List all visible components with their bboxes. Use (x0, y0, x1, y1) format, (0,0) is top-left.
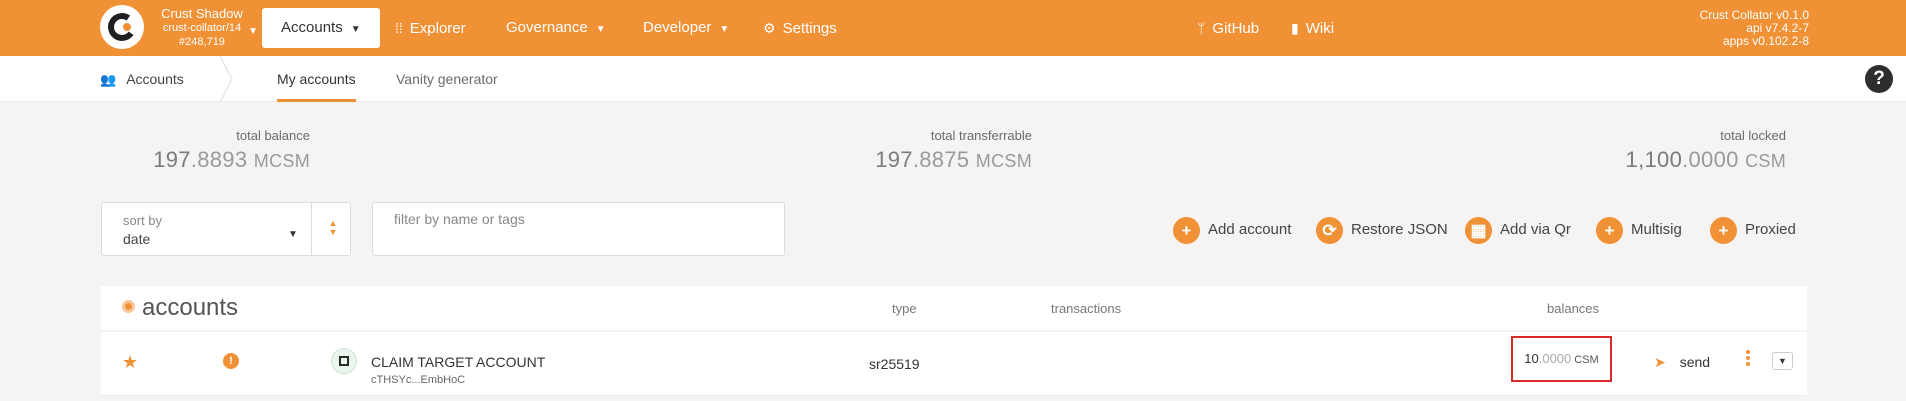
column-type: type (892, 301, 917, 316)
tab-vanity-generator[interactable]: Vanity generator (396, 56, 498, 102)
menu-accounts-label: Accounts (281, 19, 343, 36)
summary-total-transferrable: total transferrable 197.8875 MCSM (875, 128, 1032, 173)
identicon-icon[interactable] (331, 348, 357, 374)
plus-icon: + (1710, 216, 1737, 244)
summary-value: 197.8875 MCSM (875, 147, 1032, 172)
bullet-icon (122, 300, 135, 314)
expand-button[interactable]: ▼ (1772, 352, 1793, 370)
tab-my-accounts[interactable]: My accounts (277, 56, 356, 102)
account-name[interactable]: CLAIM TARGET ACCOUNT (371, 354, 545, 370)
users-icon: 👥 (100, 72, 117, 87)
accounts-table-header: accounts type transactions balances (101, 286, 1807, 330)
chain-name: Crust Shadow (161, 6, 243, 21)
breadcrumb-chevron (219, 56, 233, 102)
summary-total-locked: total locked 1,100.0000 CSM (1626, 128, 1786, 173)
add-account-button[interactable]: + Add account (1173, 216, 1291, 244)
menu-governance[interactable]: Governance ▼ (506, 8, 606, 48)
qrcode-icon: ▦ (1465, 216, 1492, 244)
chevron-down-icon: ▼ (288, 229, 298, 240)
warning-icon: ! (223, 353, 239, 369)
menu-settings-label: Settings (782, 20, 837, 37)
menu-explorer[interactable]: ⁞⁞ Explorer (395, 8, 466, 48)
plus-icon: + (1173, 216, 1200, 244)
star-icon[interactable]: ★ (122, 352, 138, 373)
version-info: Crust Collator v0.1.0 api v7.4.2-7 apps … (1700, 9, 1809, 48)
send-label: send (1679, 354, 1711, 370)
table-row: ★ ! CLAIM TARGET ACCOUNT cTHSYc...EmbHoC… (101, 332, 1807, 396)
menu-developer[interactable]: Developer ▼ (643, 8, 729, 48)
menu-settings[interactable]: ⚙ Settings (763, 8, 837, 48)
summary-value: 197.8893 MCSM (153, 147, 310, 172)
branch-icon: ᛘ (1197, 20, 1206, 36)
sort-dropdown[interactable]: sort by date ▼ ▲ ▼ (101, 202, 351, 256)
paper-plane-icon: ➤ (1654, 354, 1666, 370)
sync-icon: ⟳ (1316, 216, 1343, 244)
menu-github-label: GitHub (1212, 20, 1260, 37)
proxied-button[interactable]: + Proxied (1710, 216, 1796, 244)
add-via-qr-button[interactable]: ▦ Add via Qr (1465, 216, 1571, 244)
breadcrumb-label: Accounts (126, 71, 184, 87)
column-transactions: transactions (1051, 301, 1122, 316)
add-account-label: Add account (1208, 221, 1292, 238)
restore-json-button[interactable]: ⟳ Restore JSON (1316, 216, 1448, 244)
top-bar: Crust Shadow crust-collator/14 #248,719 … (0, 0, 1906, 56)
gear-icon: ⚙ (763, 20, 776, 36)
summary-label: total transferrable (930, 128, 1032, 143)
help-icon[interactable]: ? (1865, 65, 1893, 93)
node-name: crust-collator/14 (162, 22, 242, 34)
crust-logo-icon[interactable] (100, 5, 144, 49)
chevron-down-icon: ▼ (350, 24, 361, 35)
chevron-down-icon: ▼ (248, 26, 258, 37)
chevron-down-icon: ▼ (1778, 356, 1787, 366)
sort-label: sort by (123, 213, 163, 228)
filter-field (372, 202, 785, 256)
send-button[interactable]: ➤ send (1654, 354, 1710, 371)
filter-input[interactable] (394, 209, 774, 229)
menu-wiki-label: Wiki (1305, 20, 1335, 37)
sort-value: date (123, 231, 151, 247)
menu-github[interactable]: ᛘ GitHub (1197, 8, 1259, 48)
summary-total-balance: total balance 197.8893 MCSM (153, 128, 310, 173)
chevron-down-icon: ▼ (595, 24, 606, 35)
menu-explorer-label: Explorer (409, 20, 466, 37)
sub-navigation: 👥 Accounts My accounts Vanity generator ? (0, 56, 1906, 102)
restore-json-label: Restore JSON (1351, 221, 1448, 238)
explorer-icon: ⁞⁞ (395, 20, 403, 36)
menu-developer-label: Developer (643, 19, 712, 36)
apps-version: apps v0.102.2-8 (1722, 34, 1809, 48)
multisig-label: Multisig (1631, 221, 1682, 238)
add-via-qr-label: Add via Qr (1500, 221, 1571, 238)
multisig-button[interactable]: + Multisig (1596, 216, 1682, 244)
breadcrumb: 👥 Accounts (100, 56, 184, 102)
chevron-down-icon: ▼ (719, 24, 730, 35)
column-balances: balances (1547, 301, 1600, 316)
table-title: accounts (122, 294, 238, 322)
more-options-icon[interactable] (1745, 348, 1751, 370)
account-balance[interactable]: 10.0000 CSM (1511, 336, 1612, 382)
menu-governance-label: Governance (506, 19, 588, 36)
divider (311, 203, 312, 255)
account-type: sr25519 (869, 356, 920, 372)
plus-icon: + (1596, 216, 1623, 244)
menu-accounts[interactable]: Accounts ▼ (262, 8, 380, 48)
summary-label: total balance (236, 128, 310, 143)
book-icon: ▮ (1291, 20, 1299, 36)
summary-value: 1,100.0000 CSM (1625, 147, 1786, 172)
proxied-label: Proxied (1745, 221, 1796, 238)
block-number: #248,719 (179, 36, 225, 48)
summary-label: total locked (1720, 128, 1786, 143)
sort-direction-icon[interactable]: ▲ ▼ (326, 219, 340, 237)
chain-selector[interactable]: Crust Shadow crust-collator/14 #248,719 … (150, 6, 258, 49)
account-address[interactable]: cTHSYc...EmbHoC (371, 374, 465, 386)
menu-wiki[interactable]: ▮ Wiki (1291, 8, 1334, 48)
